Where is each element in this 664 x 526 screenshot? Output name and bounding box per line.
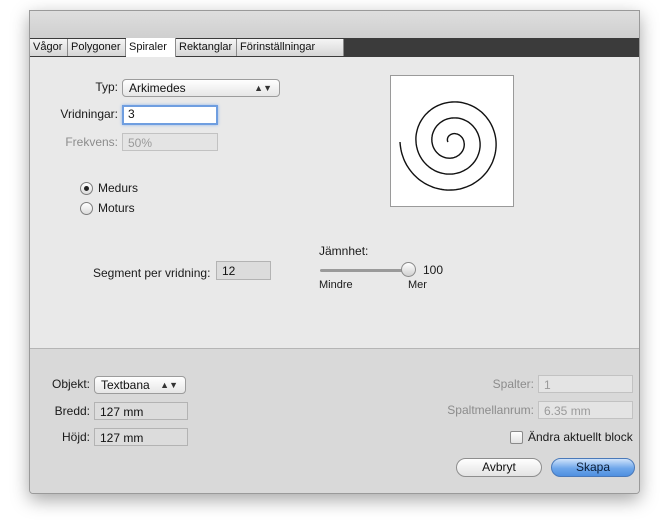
vridningar-label: Vridningar:	[60, 107, 118, 121]
spaltmellanrum-label: Spaltmellanrum:	[447, 403, 534, 417]
object-settings-panel: Objekt: Textbana ▲▼ Bredd: 127 mm Höjd: …	[30, 348, 639, 493]
jamnhet-max-label: Mer	[408, 279, 427, 291]
tab-rektanglar[interactable]: Rektanglar	[176, 39, 237, 56]
typ-popup[interactable]: Arkimedes ▲▼	[122, 79, 280, 97]
cancel-button[interactable]: Avbryt	[456, 458, 542, 477]
objekt-label: Objekt:	[51, 377, 90, 391]
medurs-label[interactable]: Medurs	[98, 181, 138, 195]
jamnhet-value: 100	[423, 263, 444, 277]
objekt-value: Textbana	[101, 378, 150, 392]
tab-bar: Vågor Polygoner Spiraler Rektanglar Föri…	[30, 38, 639, 57]
spiral-preview-graphic	[399, 101, 497, 191]
spaltmellanrum-field[interactable]: 6.35 mm	[538, 401, 633, 419]
popup-arrows-icon: ▲▼	[254, 83, 272, 93]
frekvens-label: Frekvens:	[65, 135, 118, 149]
create-button[interactable]: Skapa	[551, 458, 635, 477]
jamnhet-min-label: Mindre	[319, 279, 353, 291]
segment-label: Segment per vridning:	[93, 266, 211, 280]
spalter-label: Spalter:	[492, 377, 534, 391]
objekt-popup[interactable]: Textbana ▲▼	[94, 376, 186, 394]
moturs-label[interactable]: Moturs	[98, 201, 135, 215]
andra-aktuellt-block-label[interactable]: Ändra aktuellt block	[528, 430, 633, 444]
tab-forinstallningar[interactable]: Förinställningar	[237, 39, 344, 56]
radio-selected-dot	[84, 186, 89, 191]
window-titlebar[interactable]	[30, 11, 639, 38]
spalter-field[interactable]: 1	[538, 375, 633, 393]
tab-vagor[interactable]: Vågor	[30, 39, 68, 56]
bredd-field[interactable]: 127 mm	[94, 402, 188, 420]
popup-arrows-icon: ▲▼	[160, 380, 178, 390]
medurs-radio[interactable]	[80, 182, 93, 195]
hojd-label: Höjd:	[61, 430, 90, 444]
moturs-radio[interactable]	[80, 202, 93, 215]
tab-polygoner[interactable]: Polygoner	[68, 39, 126, 56]
spiral-settings-panel: Typ: Arkimedes ▲▼ Vridningar: 3 Frekvens…	[30, 57, 639, 348]
jamnhet-slider-knob[interactable]	[401, 262, 416, 277]
typ-value: Arkimedes	[129, 81, 186, 95]
spiral-dialog: Vågor Polygoner Spiraler Rektanglar Föri…	[29, 10, 640, 494]
bredd-label: Bredd:	[54, 404, 90, 418]
segment-field[interactable]: 12	[216, 261, 271, 280]
jamnhet-label: Jämnhet:	[319, 244, 369, 258]
jamnhet-slider-track[interactable]	[320, 269, 404, 272]
typ-label: Typ:	[95, 80, 118, 94]
tab-spiraler[interactable]: Spiraler	[126, 38, 176, 57]
frekvens-field[interactable]: 50%	[122, 133, 218, 151]
spiral-preview	[390, 75, 514, 207]
hojd-field[interactable]: 127 mm	[94, 428, 188, 446]
andra-aktuellt-block-checkbox[interactable]	[510, 431, 523, 444]
vridningar-field[interactable]: 3	[122, 105, 218, 125]
